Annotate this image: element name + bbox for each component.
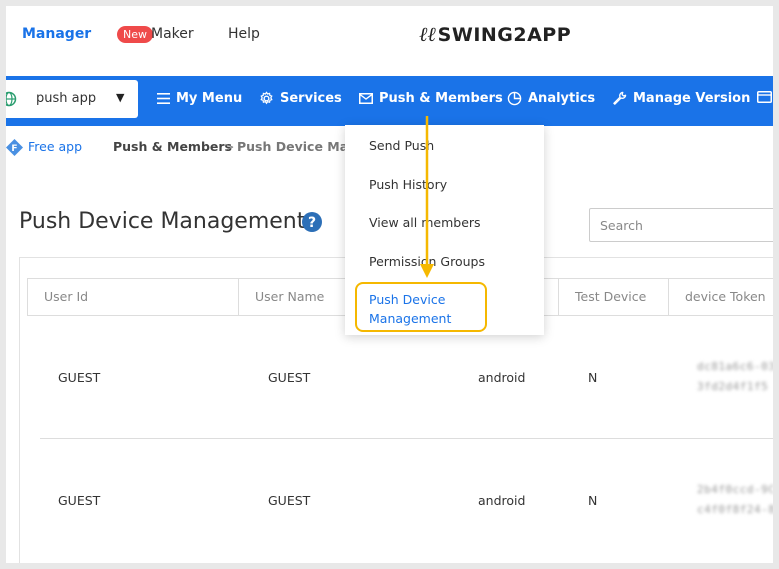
app-selector[interactable]: push app ▼ [6, 80, 138, 118]
envelope-icon [359, 93, 373, 104]
pie-chart-icon [507, 91, 522, 106]
menu-item-label-line2: Management [369, 311, 452, 326]
page-title: Push Device Management [19, 209, 306, 234]
nav-analytics-label: Analytics [528, 91, 596, 106]
nav-my-menu[interactable]: My Menu [157, 91, 242, 106]
nav-services[interactable]: Services [259, 91, 342, 106]
search-input[interactable] [589, 208, 773, 242]
gear-icon [260, 91, 273, 105]
table-row[interactable]: GUEST GUEST android N 2b4f0ccd-9C c4f0f8… [40, 439, 773, 562]
nav-services-label: Services [280, 91, 342, 106]
cell-os: android [478, 370, 526, 385]
cell-token-line2: 3fd2d4f1f5 [697, 380, 769, 393]
col-test-device: Test Device [559, 279, 669, 315]
manager-link[interactable]: Manager [22, 26, 91, 42]
annotation-arrow-icon [420, 116, 434, 278]
main-nav: push app ▼ My Menu Services Push & Membe… [6, 76, 773, 126]
swing2app-logo[interactable]: ℓℓ SWING2APP [419, 22, 571, 47]
cell-test-device: N [588, 493, 598, 508]
nav-my-menu-label: My Menu [176, 91, 243, 106]
menu-item-push-device-management[interactable]: Push Device Management [369, 290, 451, 328]
free-plan-label[interactable]: Free app [28, 139, 82, 154]
help-link[interactable]: Help [228, 26, 260, 42]
cell-os: android [478, 493, 526, 508]
cell-token-line1: dc81a6c6-03 [697, 360, 773, 373]
nav-push-members-label: Push & Members [379, 91, 503, 106]
logo-mark: ℓℓ [419, 22, 436, 46]
maker-link[interactable]: Maker [151, 26, 194, 42]
cell-user-name: GUEST [268, 370, 311, 385]
breadcrumb-separator: > [224, 139, 235, 154]
caret-down-icon: ▼ [116, 91, 125, 104]
breadcrumb-push-members[interactable]: Push & Members [113, 139, 232, 154]
app-selector-value: push app [36, 91, 97, 106]
col-device-token: device Token [685, 289, 766, 304]
cell-test-device: N [588, 370, 598, 385]
cell-user-name: GUEST [268, 493, 311, 508]
wrench-icon [613, 91, 627, 105]
free-plan-letter: F [11, 144, 17, 154]
menu-item-label-line1: Push Device [369, 292, 446, 307]
cell-user-id: GUEST [58, 370, 101, 385]
cell-user-id: GUEST [58, 493, 101, 508]
free-plan-badge-icon: F [6, 139, 23, 156]
svg-text:?: ? [308, 215, 316, 231]
app-frame: Manager New Maker Help ℓℓ SWING2APP push… [6, 6, 773, 563]
push-members-dropdown: Send Push Push History View all members … [345, 125, 544, 335]
top-header: Manager New Maker Help ℓℓ SWING2APP [6, 6, 773, 76]
logo-text: SWING2APP [437, 23, 572, 46]
nav-analytics[interactable]: Analytics [507, 91, 595, 106]
cell-token-line2: c4f0f8f24-8 [697, 503, 773, 516]
cell-token-line1: 2b4f0ccd-9C [697, 483, 773, 496]
new-badge: New [117, 26, 153, 43]
nav-manage-version-label: Manage Version [633, 91, 751, 106]
nav-push-members[interactable]: Push & Members [359, 91, 503, 106]
card-icon [757, 91, 772, 103]
help-circle-icon[interactable]: ? [302, 212, 322, 232]
hamburger-icon [157, 93, 170, 104]
nav-manage-version[interactable]: Manage Version [612, 91, 750, 106]
globe-icon [6, 91, 17, 107]
col-user-id: User Id [28, 279, 239, 315]
nav-more[interactable] [757, 91, 773, 103]
